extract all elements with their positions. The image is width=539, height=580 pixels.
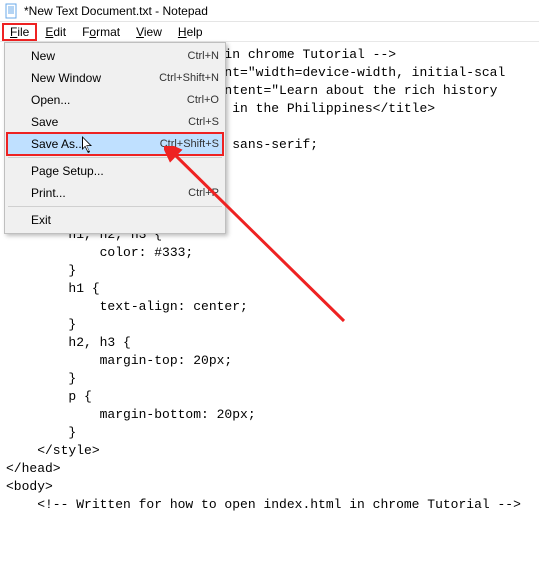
- menu-item-save[interactable]: SaveCtrl+S: [7, 111, 223, 133]
- menu-item-label: Print...: [31, 186, 188, 200]
- menu-format[interactable]: Format: [74, 23, 128, 41]
- menu-item-shortcut: Ctrl+O: [187, 94, 219, 106]
- file-menu-dropdown: NewCtrl+NNew WindowCtrl+Shift+NOpen...Ct…: [4, 42, 226, 234]
- menu-item-shortcut: Ctrl+S: [188, 116, 219, 128]
- menu-item-label: Page Setup...: [31, 164, 219, 178]
- menu-item-label: New Window: [31, 71, 159, 85]
- menu-separator: [8, 206, 222, 207]
- menu-file[interactable]: File: [2, 23, 37, 41]
- menu-help[interactable]: Help: [170, 23, 211, 41]
- menu-item-shortcut: Ctrl+N: [188, 50, 219, 62]
- window-title: *New Text Document.txt - Notepad: [24, 4, 208, 18]
- menu-item-shortcut: Ctrl+Shift+N: [159, 72, 219, 84]
- menu-item-label: Save As...: [31, 137, 160, 151]
- menu-item-exit[interactable]: Exit: [7, 209, 223, 231]
- menu-item-open[interactable]: Open...Ctrl+O: [7, 89, 223, 111]
- menubar: File Edit Format View Help: [0, 22, 539, 42]
- menu-item-new[interactable]: NewCtrl+N: [7, 45, 223, 67]
- menu-item-label: Open...: [31, 93, 187, 107]
- menu-edit[interactable]: Edit: [37, 23, 74, 41]
- titlebar: *New Text Document.txt - Notepad: [0, 0, 539, 22]
- notepad-icon: [4, 3, 20, 19]
- menu-item-print[interactable]: Print...Ctrl+P: [7, 182, 223, 204]
- menu-item-new-window[interactable]: New WindowCtrl+Shift+N: [7, 67, 223, 89]
- menu-item-page-setup[interactable]: Page Setup...: [7, 160, 223, 182]
- menu-item-shortcut: Ctrl+P: [188, 187, 219, 199]
- menu-item-shortcut: Ctrl+Shift+S: [160, 138, 219, 150]
- menu-view[interactable]: View: [128, 23, 170, 41]
- menu-item-label: Exit: [31, 213, 219, 227]
- menu-item-save-as[interactable]: Save As...Ctrl+Shift+S: [7, 133, 223, 155]
- menu-item-label: New: [31, 49, 188, 63]
- menu-separator: [8, 157, 222, 158]
- menu-item-label: Save: [31, 115, 188, 129]
